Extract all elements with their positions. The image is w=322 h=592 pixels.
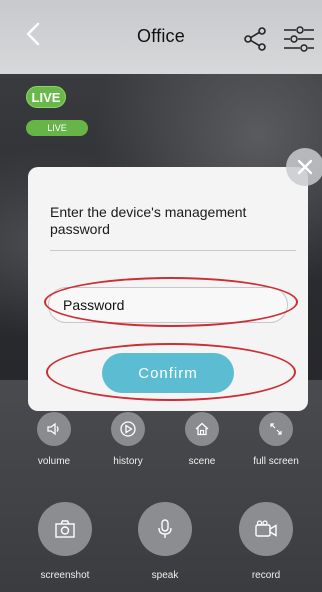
- settings-button[interactable]: [282, 24, 316, 54]
- app-screen: Office LIVE LIVE volume history scene fu…: [0, 0, 322, 592]
- microphone-icon: [158, 519, 172, 538]
- page-title: Office: [137, 26, 185, 46]
- password-input[interactable]: [48, 287, 288, 323]
- dialog-title: Enter the device's management password: [50, 204, 247, 237]
- scene-control[interactable]: scene: [162, 412, 242, 467]
- camera-icon: [55, 520, 75, 538]
- share-icon: [244, 27, 266, 51]
- record-label: record: [251, 570, 281, 581]
- screenshot-label: screenshot: [40, 570, 90, 581]
- volume-button[interactable]: [37, 412, 71, 446]
- top-bar: Office: [0, 0, 322, 74]
- control-panel: volume history scene full screen screens…: [0, 380, 322, 592]
- confirm-button[interactable]: Confirm: [102, 353, 234, 393]
- expand-icon: [270, 423, 282, 435]
- play-icon: [120, 421, 136, 437]
- scene-button[interactable]: [185, 412, 219, 446]
- volume-control[interactable]: volume: [14, 412, 94, 467]
- close-icon: [297, 159, 313, 175]
- record-control[interactable]: record: [226, 502, 306, 581]
- scene-label: scene: [188, 456, 216, 467]
- speaker-icon: [47, 422, 59, 436]
- dialog-divider: [50, 250, 296, 251]
- history-control[interactable]: history: [88, 412, 168, 467]
- share-button[interactable]: [242, 26, 268, 52]
- full-screen-button[interactable]: [259, 412, 293, 446]
- speak-control[interactable]: speak: [125, 502, 205, 581]
- screenshot-control[interactable]: screenshot: [25, 502, 105, 581]
- volume-label: volume: [37, 456, 71, 467]
- live-indicator: LIVE: [26, 120, 88, 136]
- close-dialog-button[interactable]: [286, 148, 322, 186]
- history-button[interactable]: [111, 412, 145, 446]
- history-label: history: [113, 456, 143, 467]
- speak-label: speak: [151, 570, 179, 581]
- record-button[interactable]: [239, 502, 293, 556]
- full-screen-control[interactable]: full screen: [236, 412, 316, 467]
- live-badge: LIVE: [26, 86, 66, 108]
- password-dialog: Enter the device's management password C…: [28, 167, 308, 411]
- sliders-icon: [284, 26, 314, 52]
- full-screen-label: full screen: [253, 456, 299, 467]
- speak-button[interactable]: [138, 502, 192, 556]
- screenshot-button[interactable]: [38, 502, 92, 556]
- home-icon: [195, 422, 209, 436]
- video-camera-icon: [255, 520, 277, 537]
